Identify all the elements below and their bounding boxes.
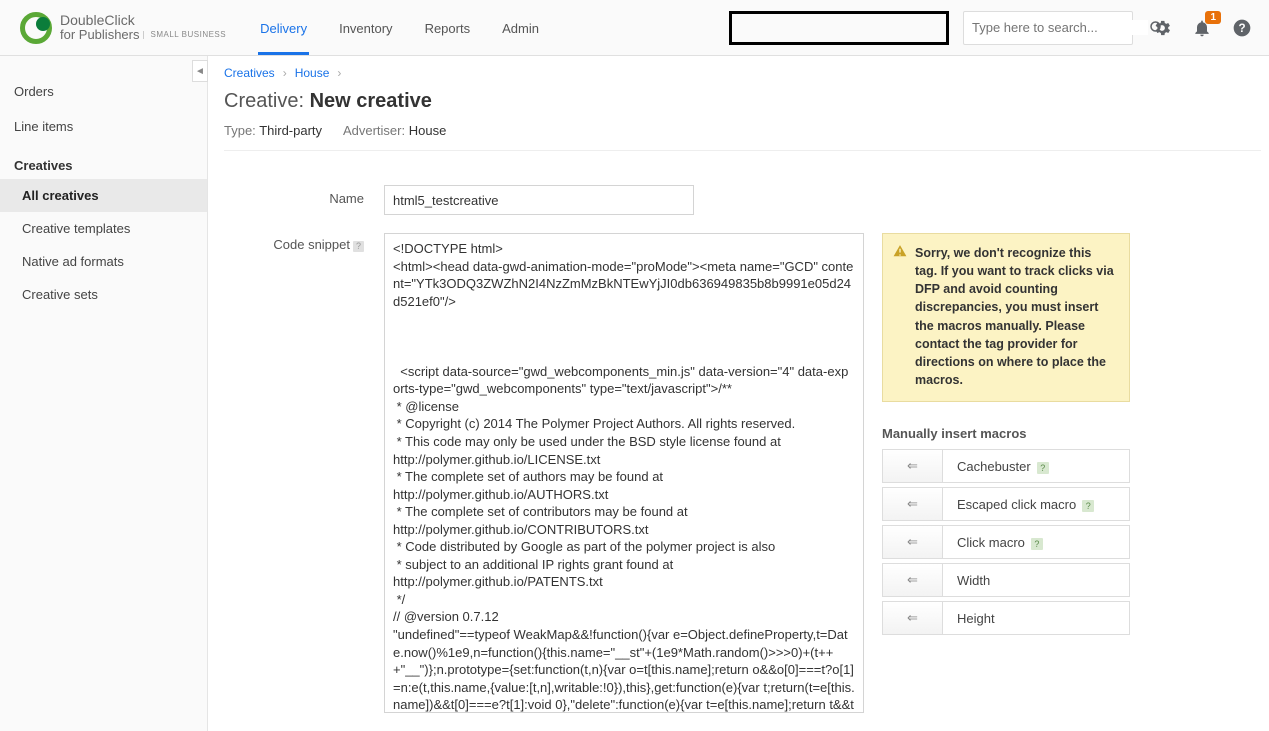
- sidebar-item-all-creatives[interactable]: All creatives: [0, 179, 207, 212]
- help-icon[interactable]: ?: [1231, 17, 1253, 39]
- svg-text:?: ?: [1238, 22, 1245, 35]
- sidebar-item-creative-sets[interactable]: Creative sets: [0, 278, 207, 311]
- nav-admin[interactable]: Admin: [500, 1, 541, 55]
- logo-badge: SMALL BUSINESS: [143, 31, 226, 39]
- notifications-icon[interactable]: 1: [1191, 17, 1213, 39]
- logo-line1: DoubleClick: [60, 13, 226, 28]
- logo[interactable]: DoubleClick for Publishers SMALL BUSINES…: [20, 12, 226, 44]
- chevron-right-icon: ›: [337, 66, 341, 80]
- help-icon[interactable]: ?: [1082, 500, 1094, 512]
- macros-title: Manually insert macros: [882, 426, 1130, 441]
- macro-click-button[interactable]: ⇐ Click macro?: [882, 525, 1130, 559]
- sidebar-item-orders[interactable]: Orders: [0, 74, 207, 109]
- chevron-right-icon: ›: [283, 66, 287, 80]
- main-content: Creatives › House › Creative: New creati…: [208, 56, 1269, 731]
- logo-line2: for Publishers: [60, 28, 139, 42]
- sidebar-item-native-ad-formats[interactable]: Native ad formats: [0, 245, 207, 278]
- notifications-badge: 1: [1205, 11, 1221, 24]
- name-label: Name: [224, 185, 384, 215]
- insert-arrow-icon: ⇐: [883, 602, 943, 634]
- warning-icon: [893, 244, 907, 258]
- insert-arrow-icon: ⇐: [883, 564, 943, 596]
- insert-arrow-icon: ⇐: [883, 526, 943, 558]
- macro-height-button[interactable]: ⇐ Height: [882, 601, 1130, 635]
- creative-meta: Type: Third-party Advertiser: House: [224, 117, 1261, 151]
- help-icon[interactable]: ?: [353, 241, 364, 252]
- logo-icon: [20, 12, 52, 44]
- help-icon[interactable]: ?: [1037, 462, 1049, 474]
- highlighted-region: [729, 11, 949, 45]
- top-bar: DoubleClick for Publishers SMALL BUSINES…: [0, 0, 1269, 56]
- breadcrumb-creatives[interactable]: Creatives: [224, 66, 275, 80]
- insert-arrow-icon: ⇐: [883, 488, 943, 520]
- name-input[interactable]: [384, 185, 694, 215]
- sidebar: ◄ Orders Line items Creatives All creati…: [0, 56, 208, 731]
- top-nav: Delivery Inventory Reports Admin: [258, 1, 541, 55]
- code-snippet-textarea[interactable]: <!DOCTYPE html><html><head data-gwd-anim…: [384, 233, 864, 713]
- macro-width-button[interactable]: ⇐ Width: [882, 563, 1130, 597]
- breadcrumb-house[interactable]: House: [295, 66, 330, 80]
- macro-escaped-click-button[interactable]: ⇐ Escaped click macro?: [882, 487, 1130, 521]
- code-snippet-label: Code snippet?: [224, 233, 384, 713]
- macro-cachebuster-button[interactable]: ⇐ Cachebuster?: [882, 449, 1130, 483]
- nav-inventory[interactable]: Inventory: [337, 1, 394, 55]
- warning-box: Sorry, we don't recognize this tag. If y…: [882, 233, 1130, 402]
- page-title: Creative: New creative: [224, 84, 1269, 117]
- sidebar-section-creatives: Creatives: [0, 144, 207, 179]
- search-input[interactable]: [972, 20, 1148, 35]
- insert-arrow-icon: ⇐: [883, 450, 943, 482]
- nav-delivery[interactable]: Delivery: [258, 1, 309, 55]
- nav-reports[interactable]: Reports: [423, 1, 473, 55]
- breadcrumb: Creatives › House ›: [224, 66, 1269, 84]
- search-box[interactable]: [963, 11, 1133, 45]
- macro-panel: Sorry, we don't recognize this tag. If y…: [882, 233, 1130, 639]
- sidebar-item-line-items[interactable]: Line items: [0, 109, 207, 144]
- warning-text: Sorry, we don't recognize this tag. If y…: [915, 246, 1114, 387]
- gear-icon[interactable]: [1151, 17, 1173, 39]
- sidebar-collapse-handle[interactable]: ◄: [192, 60, 208, 82]
- help-icon[interactable]: ?: [1031, 538, 1043, 550]
- sidebar-item-creative-templates[interactable]: Creative templates: [0, 212, 207, 245]
